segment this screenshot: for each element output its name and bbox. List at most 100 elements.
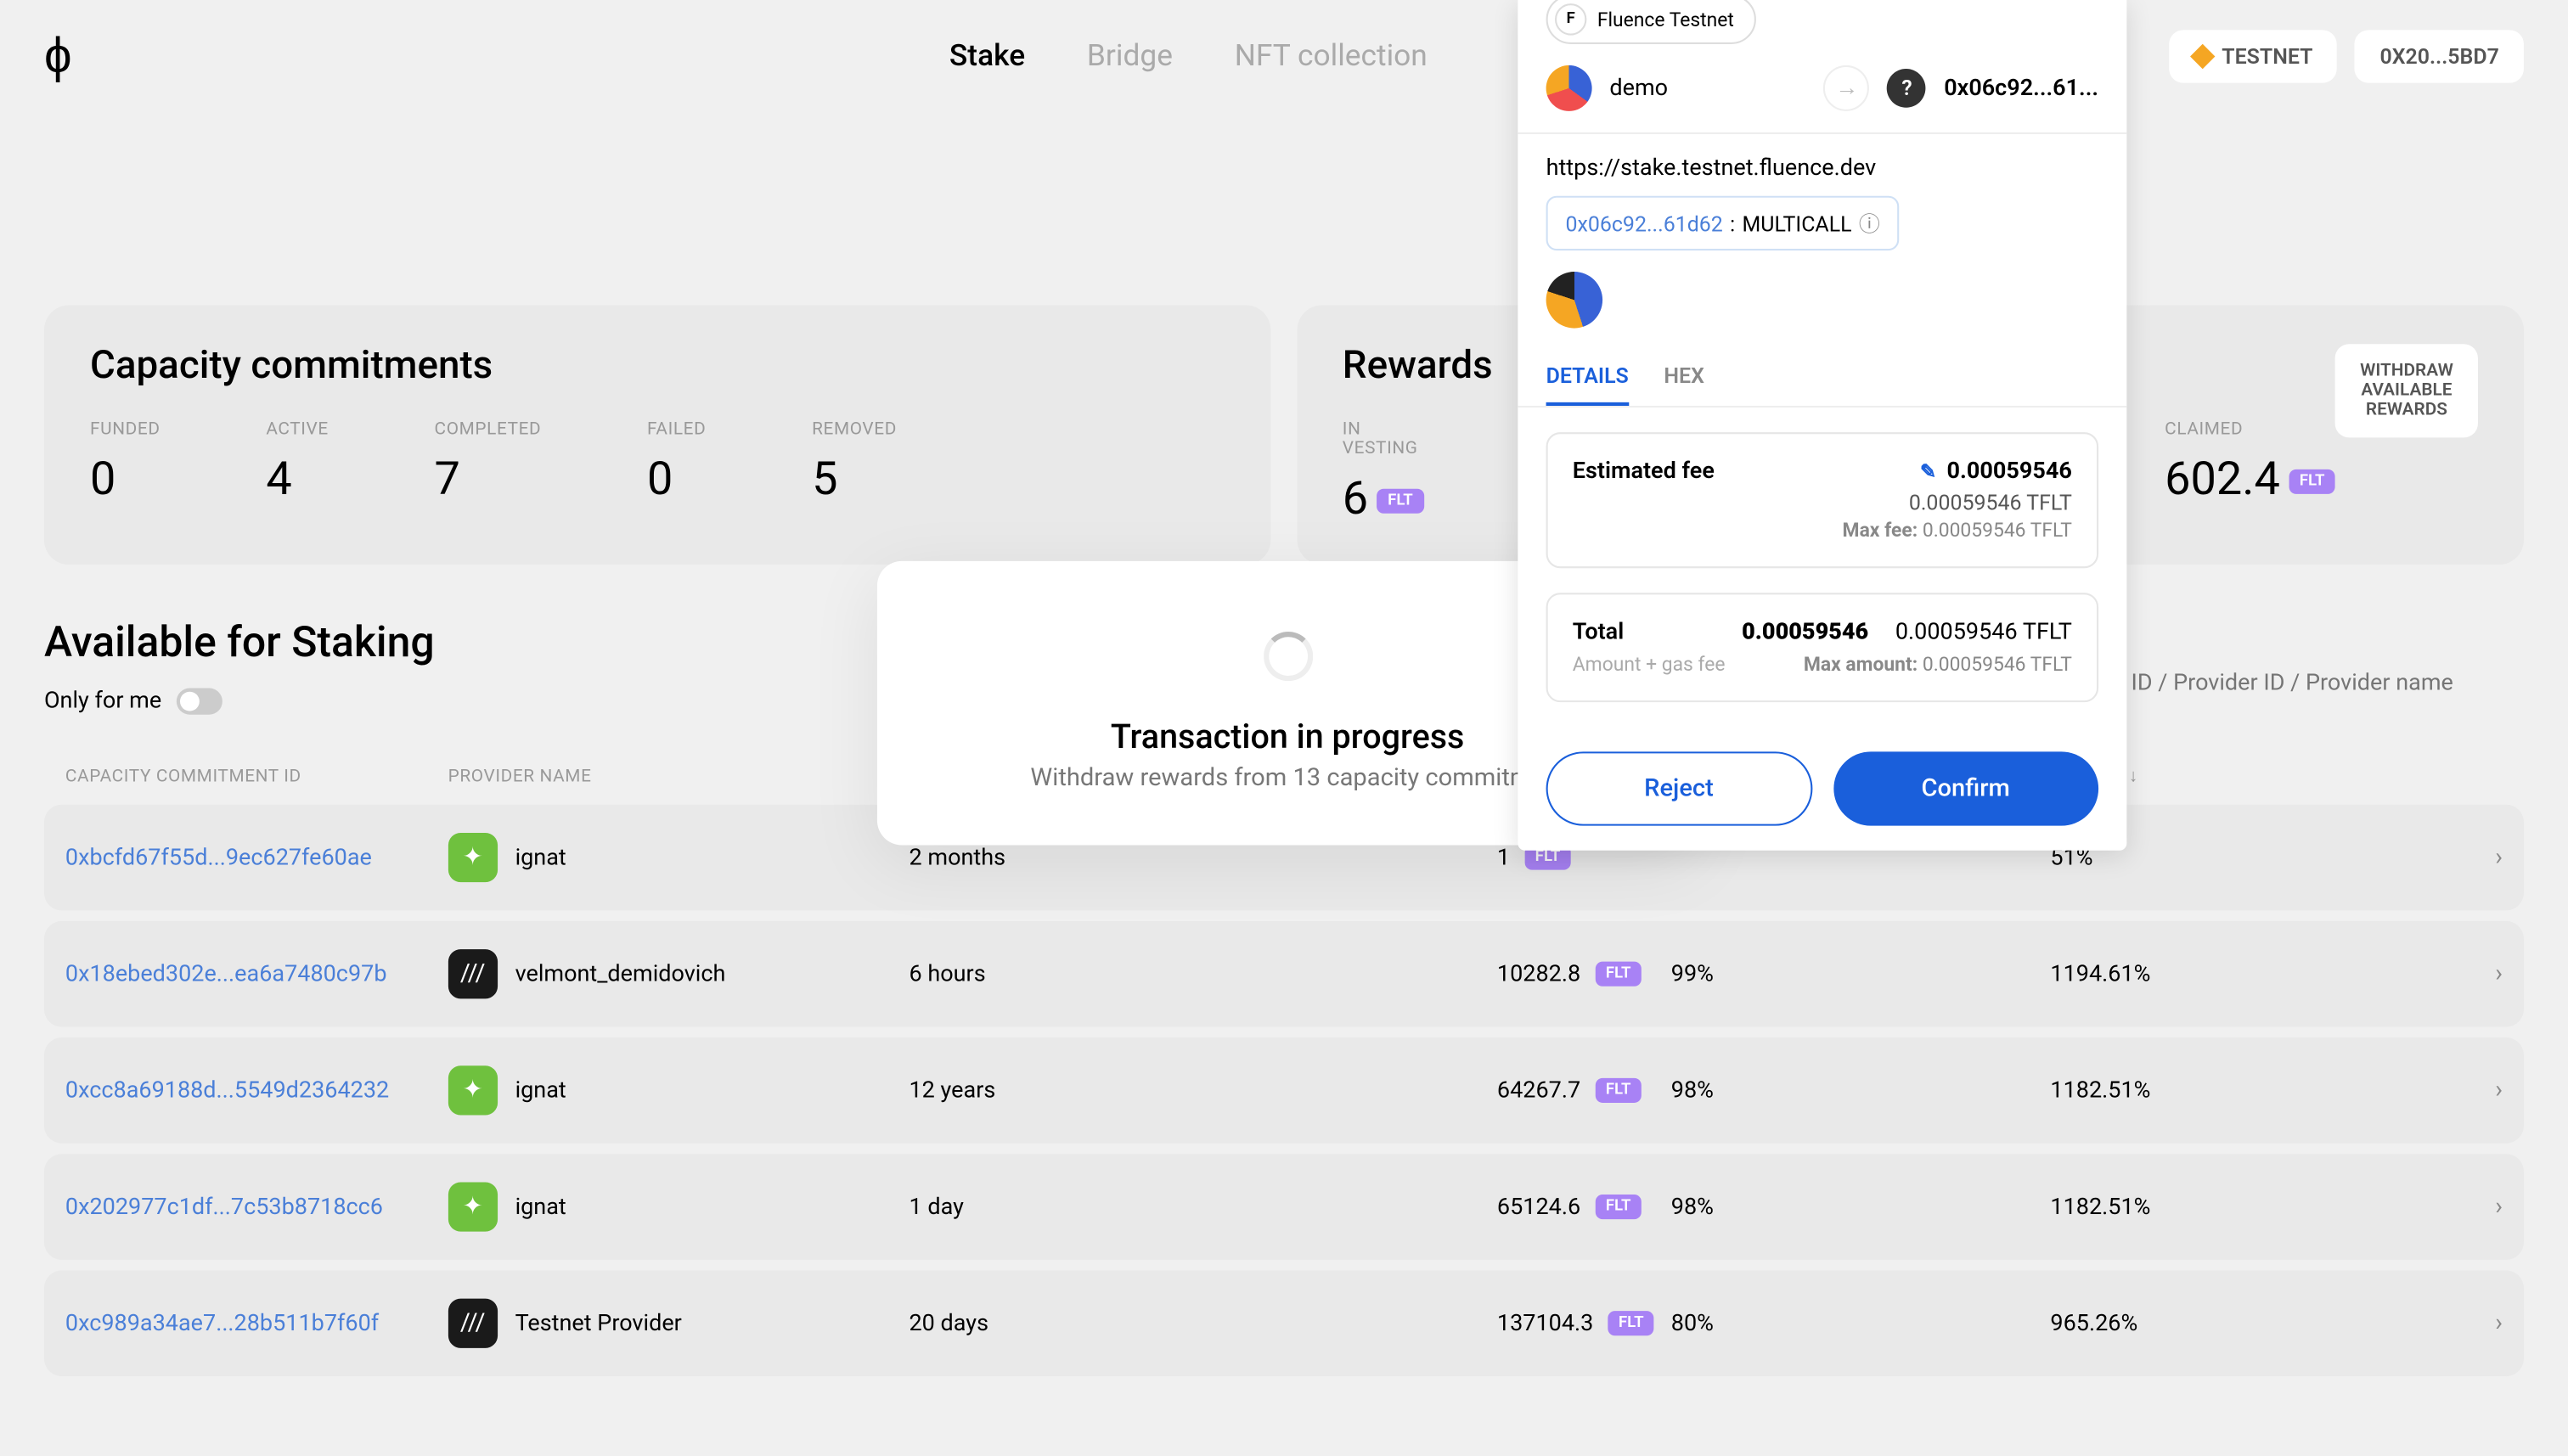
nav-bridge[interactable]: Bridge xyxy=(1087,38,1173,74)
network-pill[interactable]: TESTNET xyxy=(2169,29,2338,82)
provider-name: ignat xyxy=(515,1194,566,1220)
stat-value: 0 xyxy=(90,453,160,506)
rate-cell: 80% xyxy=(1671,1310,2051,1336)
reject-button[interactable]: Reject xyxy=(1546,751,1812,825)
only-for-me-label: Only for me xyxy=(44,689,161,715)
duration-cell: 1 day xyxy=(909,1194,1496,1220)
provider-avatar: ✦ xyxy=(448,833,498,882)
network-chip[interactable]: FFluence Testnet xyxy=(1546,0,1757,44)
account-avatar-icon xyxy=(1546,65,1592,111)
fee-label: Estimated fee xyxy=(1573,458,1715,485)
amount-cell: 10282.8 FLT xyxy=(1497,961,1671,987)
only-for-me-toggle[interactable] xyxy=(176,689,222,715)
spinner-icon xyxy=(1263,632,1312,681)
flt-badge: FLT xyxy=(1595,1078,1642,1103)
total-value: 0.00059546 xyxy=(1742,619,1868,645)
rate-cell: 98% xyxy=(1671,1077,2051,1104)
apr-cell: 1194.61% xyxy=(2050,961,2433,987)
vesting-label: IN VESTING xyxy=(1343,420,1423,459)
fee-sub: 0.00059546 TFLT xyxy=(1573,491,2072,515)
confirm-button[interactable]: Confirm xyxy=(1833,751,2098,825)
stat-value: 4 xyxy=(266,453,329,506)
amount-cell: 65124.6 FLT xyxy=(1497,1194,1671,1220)
account-address: 0x06c92...61... xyxy=(1944,75,2098,101)
chevron-right-icon[interactable]: › xyxy=(2495,1193,2503,1221)
tab-hex[interactable]: HEX xyxy=(1664,350,1704,407)
amount-cell: 64267.7 FLT xyxy=(1497,1077,1671,1104)
main-nav: Stake Bridge NFT collection xyxy=(949,38,1428,74)
stat-value: 0 xyxy=(647,453,706,506)
gas-note: Amount + gas fee xyxy=(1573,653,1726,676)
arrow-icon[interactable]: → xyxy=(1824,65,1870,111)
help-icon[interactable]: ? xyxy=(1888,69,1927,108)
table-row[interactable]: 0xc989a34ae7...28b511b7f60f /// Testnet Pr… xyxy=(44,1270,2524,1376)
network-icon: F xyxy=(1555,3,1586,35)
chevron-right-icon[interactable]: › xyxy=(2495,843,2503,871)
chevron-right-icon[interactable]: › xyxy=(2495,1309,2503,1337)
stat-label: ACTIVE xyxy=(266,420,329,440)
commitment-id-link[interactable]: 0x18ebed302e...ea6a7480c97b xyxy=(65,961,387,987)
nav-nft[interactable]: NFT collection xyxy=(1235,38,1428,74)
tab-details[interactable]: DETAILS xyxy=(1546,350,1629,407)
flt-badge: FLT xyxy=(1595,962,1642,987)
total-box: Total 0.00059546 0.00059546 TFLT Amount … xyxy=(1546,593,2099,702)
chevron-right-icon[interactable]: › xyxy=(2495,960,2503,988)
capacity-title: Capacity commitments xyxy=(90,344,1225,388)
amount-cell: 137104.3 FLT xyxy=(1497,1310,1671,1336)
stat-label: FUNDED xyxy=(90,420,160,440)
apr-cell: 965.26% xyxy=(2050,1310,2433,1336)
commitment-id-link[interactable]: 0xcc8a69188d...5549d2364232 xyxy=(65,1077,389,1104)
capacity-card: Capacity commitments FUNDED 0 ACTIVE 4 COMPL… xyxy=(44,306,1270,565)
diamond-icon xyxy=(2190,43,2215,68)
account-name: demo xyxy=(1609,75,1668,101)
stat-label: REMOVED xyxy=(812,420,897,440)
flt-badge: FLT xyxy=(1377,489,1424,514)
nav-stake[interactable]: Stake xyxy=(949,38,1025,74)
stat-label: COMPLETED xyxy=(435,420,542,440)
app-header: ϕ Stake Bridge NFT collection TESTNET 0X… xyxy=(0,0,2568,111)
rate-cell: 99% xyxy=(1671,961,2051,987)
duration-cell: 12 years xyxy=(909,1077,1496,1104)
commitment-id-link[interactable]: 0xc989a34ae7...28b511b7f60f xyxy=(65,1310,379,1336)
rate-cell: 98% xyxy=(1671,1194,2051,1220)
info-icon[interactable]: ⓘ xyxy=(1859,208,1880,238)
provider-avatar: ✦ xyxy=(448,1182,498,1231)
contract-address: 0x06c92...61d62 xyxy=(1565,211,1722,235)
stat-label: FAILED xyxy=(647,420,706,440)
duration-cell: 2 months xyxy=(909,844,1496,870)
commitment-id-link[interactable]: 0xbcfd67f55d...9ec627fe60ae xyxy=(65,844,372,870)
search-input[interactable] xyxy=(2100,653,2524,715)
flt-badge: FLT xyxy=(2289,469,2335,494)
site-url: https://stake.testnet.fluence.dev xyxy=(1518,134,2126,196)
duration-cell: 6 hours xyxy=(909,961,1496,987)
table-row[interactable]: 0xcc8a69188d...5549d2364232 ✦ ignat 12 year… xyxy=(44,1037,2524,1144)
flt-badge: FLT xyxy=(1595,1195,1642,1219)
provider-name: ignat xyxy=(515,844,566,870)
account-pill[interactable]: 0X20...5BD7 xyxy=(2355,29,2524,82)
table-row[interactable]: 0x18ebed302e...ea6a7480c97b///velmont_de… xyxy=(44,921,2524,1027)
contract-avatar-icon xyxy=(1546,272,1603,329)
chevron-right-icon[interactable]: › xyxy=(2495,1077,2503,1105)
provider-avatar: ✦ xyxy=(448,1065,498,1115)
contract-chip[interactable]: 0x06c92...61d62 : MULTICALL ⓘ xyxy=(1546,196,1900,250)
apr-cell: 1182.51% xyxy=(2050,1194,2433,1220)
stat-value: 7 xyxy=(435,453,542,506)
app-logo: ϕ xyxy=(44,26,72,85)
provider-name: velmont_demidovich xyxy=(515,961,726,987)
col-id: CAPACITY COMMITMENT ID xyxy=(65,767,448,787)
apr-cell: 1182.51% xyxy=(2050,1077,2433,1104)
provider-name: Testnet Provider xyxy=(515,1310,682,1336)
fee-box: Estimated fee ✎ 0.00059546 0.00059546 TFL… xyxy=(1546,432,2099,568)
provider-avatar: /// xyxy=(448,1299,498,1348)
provider-name: ignat xyxy=(515,1077,566,1104)
table-row[interactable]: 0x202977c1df...7c53b8718cc6 ✦ ignat 1 day65… xyxy=(44,1154,2524,1260)
fee-value: 0.00059546 xyxy=(1947,458,2072,485)
contract-type: MULTICALL xyxy=(1743,211,1852,235)
total-label: Total xyxy=(1573,619,1624,645)
edit-icon[interactable]: ✎ xyxy=(1920,460,1936,483)
claimed-label: CLAIMED xyxy=(2165,420,2335,440)
stat-value: 5 xyxy=(812,453,897,506)
col-provider: PROVIDER NAME xyxy=(448,767,910,787)
withdraw-button[interactable]: WITHDRAW AVAILABLE REWARDS xyxy=(2335,344,2478,437)
commitment-id-link[interactable]: 0x202977c1df...7c53b8718cc6 xyxy=(65,1194,383,1220)
